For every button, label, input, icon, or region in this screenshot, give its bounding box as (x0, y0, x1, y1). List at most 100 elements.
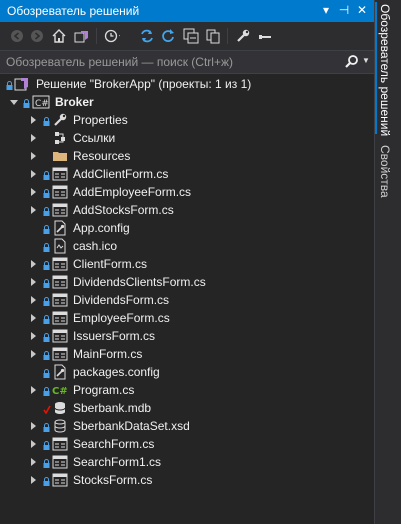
search-options-dropdown-icon[interactable]: ▼ (362, 56, 370, 65)
solution-node[interactable]: Решение "BrokerApp" (проекты: 1 из 1) (0, 75, 374, 93)
form-icon (52, 436, 68, 452)
forward-icon[interactable] (29, 28, 45, 44)
expand-arrow-icon[interactable] (31, 296, 36, 304)
tree-item[interactable]: SearchForm.cs (0, 435, 374, 453)
search-bar: ▼ (0, 50, 374, 74)
tree-item[interactable]: SearchForm1.cs (0, 453, 374, 471)
tree-item-label: MainForm.cs (73, 347, 143, 361)
history-icon[interactable] (104, 28, 120, 44)
lock-icon (43, 187, 50, 198)
expand-arrow-icon[interactable] (31, 422, 36, 430)
expand-arrow-icon[interactable] (31, 314, 36, 322)
preview-icon[interactable] (257, 28, 273, 44)
collapse-all-icon[interactable] (183, 28, 199, 44)
home-icon[interactable] (51, 28, 67, 44)
side-tab-strip: Обозреватель решений Свойства (374, 0, 401, 524)
expand-arrow-icon[interactable] (31, 170, 36, 178)
tab-properties[interactable]: Свойства (378, 145, 392, 198)
csharp-project-icon: C# (32, 94, 50, 110)
collapse-arrow-icon[interactable] (10, 100, 18, 105)
tree-item-label: AddEmployeeForm.cs (73, 185, 192, 199)
tree-item-label: DividendsForm.cs (73, 293, 170, 307)
show-all-files-icon[interactable] (205, 28, 221, 44)
lock-icon (43, 115, 50, 126)
search-input[interactable] (6, 54, 336, 70)
solution-label: Решение "BrokerApp" (проекты: 1 из 1) (36, 77, 252, 91)
expand-arrow-icon[interactable] (31, 476, 36, 484)
expand-arrow-icon[interactable] (31, 386, 36, 394)
tree-item-label: AddStocksForm.cs (73, 203, 174, 217)
project-node[interactable]: C# Broker (0, 93, 374, 111)
pin-icon[interactable]: ⊣ (337, 3, 351, 17)
expand-arrow-icon[interactable] (31, 116, 36, 124)
expand-arrow-icon[interactable] (31, 152, 36, 160)
tree-item[interactable]: AddStocksForm.cs (0, 201, 374, 219)
properties-wrench-icon[interactable] (235, 28, 251, 44)
tab-solution-explorer[interactable]: Обозреватель решений (378, 4, 392, 136)
tree-item[interactable]: Resources (0, 147, 374, 165)
expand-arrow-icon[interactable] (31, 188, 36, 196)
tree-item-label: EmployeeForm.cs (73, 311, 170, 325)
tree-item-label: SearchForm.cs (73, 437, 155, 451)
references-icon (52, 130, 68, 146)
search-icon[interactable] (344, 54, 360, 70)
tree-item[interactable]: DividendsForm.cs (0, 291, 374, 309)
tree-item-label: App.config (73, 221, 130, 235)
expand-arrow-icon[interactable] (31, 458, 36, 466)
form-icon (52, 274, 68, 290)
form-icon (52, 202, 68, 218)
refresh-icon[interactable] (160, 28, 176, 44)
tree-item-label: Program.cs (73, 383, 135, 397)
vs-switch-icon[interactable] (74, 28, 90, 44)
tree-item[interactable]: Sberbank.mdb (0, 399, 374, 417)
tree-item[interactable]: MainForm.cs (0, 345, 374, 363)
expand-arrow-icon[interactable] (31, 332, 36, 340)
panel-title-bar[interactable]: Обозреватель решений ▾ ⊣ ✕ (0, 0, 374, 22)
expand-arrow-icon[interactable] (31, 206, 36, 214)
tree-item[interactable]: packages.config (0, 363, 374, 381)
tree-item[interactable]: IssuersForm.cs (0, 327, 374, 345)
tree-item[interactable]: AddEmployeeForm.cs (0, 183, 374, 201)
dataset-icon (52, 418, 68, 434)
expand-arrow-icon[interactable] (31, 278, 36, 286)
expand-arrow-icon[interactable] (31, 134, 36, 142)
back-icon[interactable] (9, 28, 25, 44)
lock-icon (43, 259, 50, 270)
tree-item[interactable]: DividendsClientsForm.cs (0, 273, 374, 291)
lock-icon (43, 223, 50, 234)
tree-item-label: Ссылки (73, 131, 116, 145)
sync-icon[interactable] (139, 28, 155, 44)
tree-item[interactable]: ClientForm.cs (0, 255, 374, 273)
tree-item[interactable]: Ссылки (0, 129, 374, 147)
expand-arrow-icon[interactable] (31, 350, 36, 358)
tree-item[interactable]: C# Program.cs (0, 381, 374, 399)
lock-icon (43, 241, 50, 252)
tree-item[interactable]: StocksForm.cs (0, 471, 374, 489)
tree-item[interactable]: App.config (0, 219, 374, 237)
active-tab-indicator (375, 2, 377, 134)
tree-item-label: cash.ico (73, 239, 118, 253)
close-icon[interactable]: ✕ (355, 3, 369, 17)
form-icon (52, 454, 68, 470)
tree-item-label: Properties (73, 113, 128, 127)
csharp-icon: C# (52, 382, 68, 398)
solution-icon (14, 76, 30, 92)
tree-item[interactable]: EmployeeForm.cs (0, 309, 374, 327)
tree-item[interactable]: cash.ico (0, 237, 374, 255)
form-icon (52, 310, 68, 326)
tree-item-label: StocksForm.cs (73, 473, 153, 487)
tree-item-label: Sberbank.mdb (73, 401, 152, 415)
tree-item[interactable]: AddClientForm.cs (0, 165, 374, 183)
form-icon (52, 184, 68, 200)
dropdown-icon[interactable]: ▾ (319, 3, 333, 17)
tree-item[interactable]: SberbankDataSet.xsd (0, 417, 374, 435)
tree-item-label: packages.config (73, 365, 160, 379)
expand-arrow-icon[interactable] (31, 260, 36, 268)
svg-text:C#: C# (52, 386, 68, 397)
expand-arrow-icon[interactable] (31, 440, 36, 448)
lock-icon (43, 313, 50, 324)
toolbar (0, 22, 374, 50)
tree-item[interactable]: Properties (0, 111, 374, 129)
lock-icon (23, 97, 30, 108)
form-icon (52, 256, 68, 272)
